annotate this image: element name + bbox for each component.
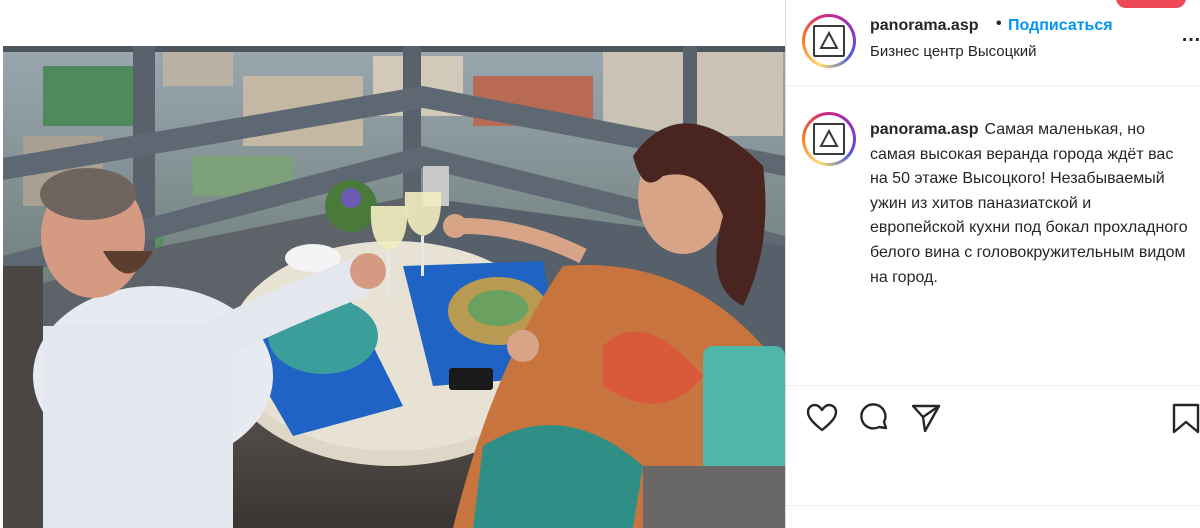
caption-avatar[interactable] xyxy=(802,112,856,166)
likes-divider xyxy=(786,505,1200,506)
action-bar xyxy=(786,396,1200,440)
location-link[interactable]: Бизнес центр Высоцкий xyxy=(870,43,1037,60)
brand-logo-icon xyxy=(813,123,845,155)
caption-avatar-inner xyxy=(805,115,853,163)
header-separator: • xyxy=(996,15,1002,32)
post-sidebar: panorama.asp • Подписаться Бизнес центр … xyxy=(786,0,1200,528)
comment-icon[interactable] xyxy=(856,400,892,436)
caption-username[interactable]: panorama.asp xyxy=(870,121,978,138)
avatar-inner xyxy=(805,17,853,65)
bookmark-icon[interactable] xyxy=(1168,400,1200,436)
post-photo[interactable] xyxy=(3,46,785,528)
caption-body: Самая маленькая, но самая высокая веранд… xyxy=(870,121,1188,286)
brand-logo-icon xyxy=(813,25,845,57)
instagram-post-page: panorama.asp • Подписаться Бизнес центр … xyxy=(0,0,1200,528)
heart-icon[interactable] xyxy=(804,400,840,436)
caption-text: panorama.asp Самая маленькая, но самая вы… xyxy=(870,118,1190,290)
header-username[interactable]: panorama.asp xyxy=(870,17,978,35)
more-horizontal-icon[interactable]: … xyxy=(1181,24,1200,47)
avatar[interactable] xyxy=(802,14,856,68)
post-photo-illustration xyxy=(3,46,785,528)
actions-divider xyxy=(786,385,1200,386)
post-header: panorama.asp • Подписаться Бизнес центр … xyxy=(786,0,1200,86)
share-icon[interactable] xyxy=(908,400,944,436)
follow-button[interactable]: Подписаться xyxy=(1008,17,1113,35)
top-strip xyxy=(0,0,785,46)
